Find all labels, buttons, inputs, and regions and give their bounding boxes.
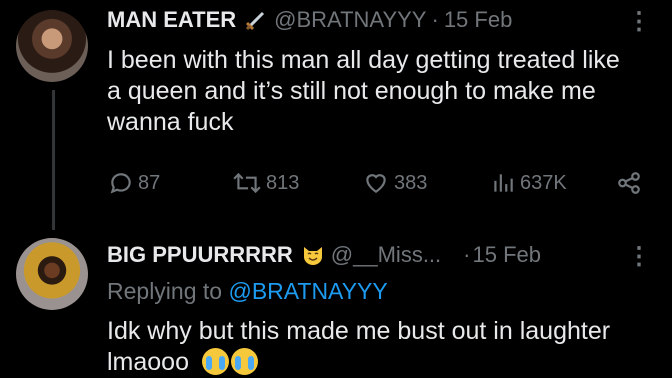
avatar[interactable] bbox=[16, 238, 88, 310]
like-button[interactable]: 383 bbox=[362, 170, 427, 196]
replying-handle-link[interactable]: @BRATNAYYY bbox=[228, 278, 387, 304]
avatar[interactable] bbox=[16, 10, 88, 82]
cat-emoji-icon bbox=[301, 243, 325, 267]
views-button[interactable]: 637K bbox=[490, 170, 567, 196]
reply-icon bbox=[110, 173, 131, 194]
thread-line bbox=[52, 90, 55, 230]
display-name[interactable]: BIG PPUURRRRR bbox=[107, 241, 293, 269]
timestamp[interactable]: 15 Feb bbox=[444, 6, 513, 34]
reply-count: 87 bbox=[138, 171, 161, 194]
analytics-icon bbox=[494, 174, 513, 192]
more-options-icon[interactable]: ⋮ bbox=[627, 10, 651, 34]
handle[interactable]: @__Miss... bbox=[331, 241, 441, 269]
display-name[interactable]: MAN EATER bbox=[107, 6, 236, 34]
crying-laughing-emoji-icon bbox=[201, 348, 229, 375]
action-bar: 87 813 383 637K bbox=[0, 168, 672, 198]
share-icon bbox=[618, 172, 640, 194]
share-button[interactable] bbox=[616, 170, 646, 196]
timestamp[interactable]: 15 Feb bbox=[472, 241, 541, 269]
separator: · bbox=[463, 242, 471, 267]
tweet-header: MAN EATER @BRATNAYYY · 15 Feb bbox=[107, 6, 512, 34]
tweet-text-line-2: lmaooo bbox=[107, 347, 610, 378]
reply-button[interactable]: 87 bbox=[108, 170, 160, 196]
like-count: 383 bbox=[394, 171, 428, 194]
dagger-icon bbox=[244, 8, 268, 32]
crying-laughing-emoji-icon bbox=[230, 348, 258, 375]
view-count: 637K bbox=[520, 171, 567, 194]
replying-label: Replying to bbox=[107, 278, 223, 304]
tweet-text: Idk why but this made me bust out in lau… bbox=[107, 316, 610, 378]
heart-icon bbox=[366, 174, 386, 193]
tweet-text-line: lmaooo bbox=[107, 348, 189, 376]
more-options-icon[interactable]: ⋮ bbox=[627, 245, 651, 269]
tweet-text-line: a queen and it’s still not enough to mak… bbox=[107, 77, 596, 105]
handle[interactable]: @BRATNAYYY bbox=[274, 6, 426, 34]
retweet-icon bbox=[233, 172, 261, 194]
tweet-text: I been with this man all day getting tre… bbox=[107, 45, 620, 138]
separator: · bbox=[431, 7, 439, 32]
tweet-text-line: wanna fuck bbox=[107, 108, 234, 136]
tweet-header: BIG PPUURRRRR @__Miss... · 15 Feb bbox=[107, 241, 541, 269]
tweet-text-line: I been with this man all day getting tre… bbox=[107, 46, 620, 74]
tweet-text-line: Idk why but this made me bust out in lau… bbox=[107, 317, 611, 345]
retweet-count: 813 bbox=[266, 171, 300, 194]
retweet-button[interactable]: 813 bbox=[232, 170, 299, 196]
replying-to: Replying to @BRATNAYYY bbox=[107, 277, 388, 305]
